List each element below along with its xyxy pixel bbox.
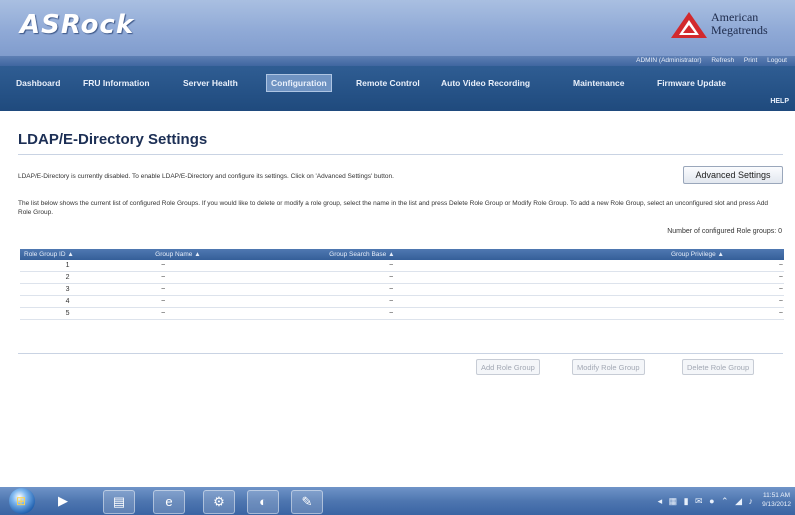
add-role-group-button[interactable]: Add Role Group xyxy=(476,359,540,375)
group-search-base-cell: ~ xyxy=(269,307,579,320)
tab-maintenance[interactable]: Maintenance xyxy=(573,75,625,91)
modify-role-group-button[interactable]: Modify Role Group xyxy=(572,359,645,375)
system-tray[interactable]: ◂ ▦ ▮ ✉ ● ⌃ ◢ ♪ xyxy=(658,496,755,507)
role-group-description: The list below shows the current list of… xyxy=(18,200,768,216)
taskbar-clock[interactable]: 11:51 AM 9/13/2012 xyxy=(762,491,791,509)
title-divider xyxy=(18,154,783,155)
table-row[interactable]: 2 ~ ~ ~ xyxy=(20,271,784,284)
tab-auto-video-recording[interactable]: Auto Video Recording xyxy=(441,75,530,91)
group-search-base-cell: ~ xyxy=(269,283,579,296)
start-button[interactable]: ⊞ xyxy=(9,488,35,514)
windows-flag-icon: ⊞ xyxy=(16,494,27,508)
refresh-link[interactable]: Refresh xyxy=(711,57,734,64)
group-privilege-cell: ~ xyxy=(578,260,784,272)
media-player-icon[interactable]: ▶ xyxy=(52,490,74,512)
network-icon[interactable]: ⚙ xyxy=(203,490,235,514)
group-privilege-cell: ~ xyxy=(578,307,784,320)
group-search-base-cell: ~ xyxy=(269,295,579,308)
ami-triangle-icon xyxy=(671,12,707,38)
table-row[interactable]: 5 ~ ~ ~ xyxy=(20,307,784,320)
role-group-table: Role Group ID ▲ Group Name ▲ Group Searc… xyxy=(20,249,784,320)
role-group-id-cell: 1 xyxy=(20,260,116,272)
role-group-id-cell: 4 xyxy=(20,295,116,308)
ami-name-line2: Megatrends xyxy=(711,23,768,37)
group-search-base-cell: ~ xyxy=(269,260,579,272)
page-title: LDAP/E-Directory Settings xyxy=(18,131,208,148)
asrock-logo: ASRock xyxy=(20,10,135,40)
main-nav: Dashboard FRU Information Server Health … xyxy=(0,66,795,111)
print-link[interactable]: Print xyxy=(744,57,757,64)
help-link[interactable]: HELP xyxy=(770,98,789,105)
clock-time: 11:51 AM xyxy=(763,492,791,499)
header-banner: ASRock American Megatrends xyxy=(0,0,795,58)
tab-server-health[interactable]: Server Health xyxy=(183,75,238,91)
table-divider xyxy=(18,353,783,354)
tab-remote-control[interactable]: Remote Control xyxy=(356,75,420,91)
group-privilege-cell: ~ xyxy=(578,295,784,308)
group-privilege-cell: ~ xyxy=(578,271,784,284)
table-row[interactable]: 4 ~ ~ ~ xyxy=(20,295,784,308)
column-header-group-search-base[interactable]: Group Search Base ▲ xyxy=(269,249,579,260)
notepad-icon[interactable]: ✎ xyxy=(291,490,323,514)
group-name-cell: ~ xyxy=(115,295,270,308)
ldap-status-text: LDAP/E-Directory is currently disabled. … xyxy=(18,173,394,180)
role-group-count: Number of configured Role groups: 0 xyxy=(667,228,782,235)
column-header-role-group-id[interactable]: Role Group ID ▲ xyxy=(20,249,116,260)
logout-link[interactable]: Logout xyxy=(767,57,787,64)
user-label: ADMIN (Administrator) xyxy=(636,57,702,64)
tab-firmware-update[interactable]: Firmware Update xyxy=(657,75,726,91)
clock-date: 9/13/2012 xyxy=(762,501,791,508)
user-bar: ADMIN (Administrator) Refresh Print Logo… xyxy=(0,56,795,66)
windows-taskbar: ⊞ ▶ ▤ e ⚙ ◐ ✎ ◂ ▦ ▮ ✉ ● ⌃ ◢ ♪ 11:51 AM 9… xyxy=(0,487,795,515)
tab-configuration[interactable]: Configuration xyxy=(266,74,332,92)
internet-explorer-icon[interactable]: e xyxy=(153,490,185,514)
app-icon[interactable]: ◐ xyxy=(247,490,279,514)
delete-role-group-button[interactable]: Delete Role Group xyxy=(682,359,755,375)
file-explorer-icon[interactable]: ▤ xyxy=(103,490,135,514)
role-group-id-cell: 2 xyxy=(20,271,116,284)
tab-fru-information[interactable]: FRU Information xyxy=(83,75,150,91)
group-name-cell: ~ xyxy=(115,307,270,320)
column-header-group-name[interactable]: Group Name ▲ xyxy=(115,249,270,260)
ami-logo: American Megatrends xyxy=(669,10,787,46)
advanced-settings-button[interactable]: Advanced Settings xyxy=(683,166,783,184)
group-privilege-cell: ~ xyxy=(578,283,784,296)
group-name-cell: ~ xyxy=(115,271,270,284)
tab-dashboard[interactable]: Dashboard xyxy=(16,75,60,91)
group-name-cell: ~ xyxy=(115,260,270,272)
group-search-base-cell: ~ xyxy=(269,271,579,284)
table-row[interactable]: 1 ~ ~ ~ xyxy=(20,260,784,272)
table-row[interactable]: 3 ~ ~ ~ xyxy=(20,283,784,296)
group-name-cell: ~ xyxy=(115,283,270,296)
column-header-group-privilege[interactable]: Group Privilege ▲ xyxy=(578,249,784,260)
role-group-id-cell: 5 xyxy=(20,307,116,320)
role-group-id-cell: 3 xyxy=(20,283,116,296)
